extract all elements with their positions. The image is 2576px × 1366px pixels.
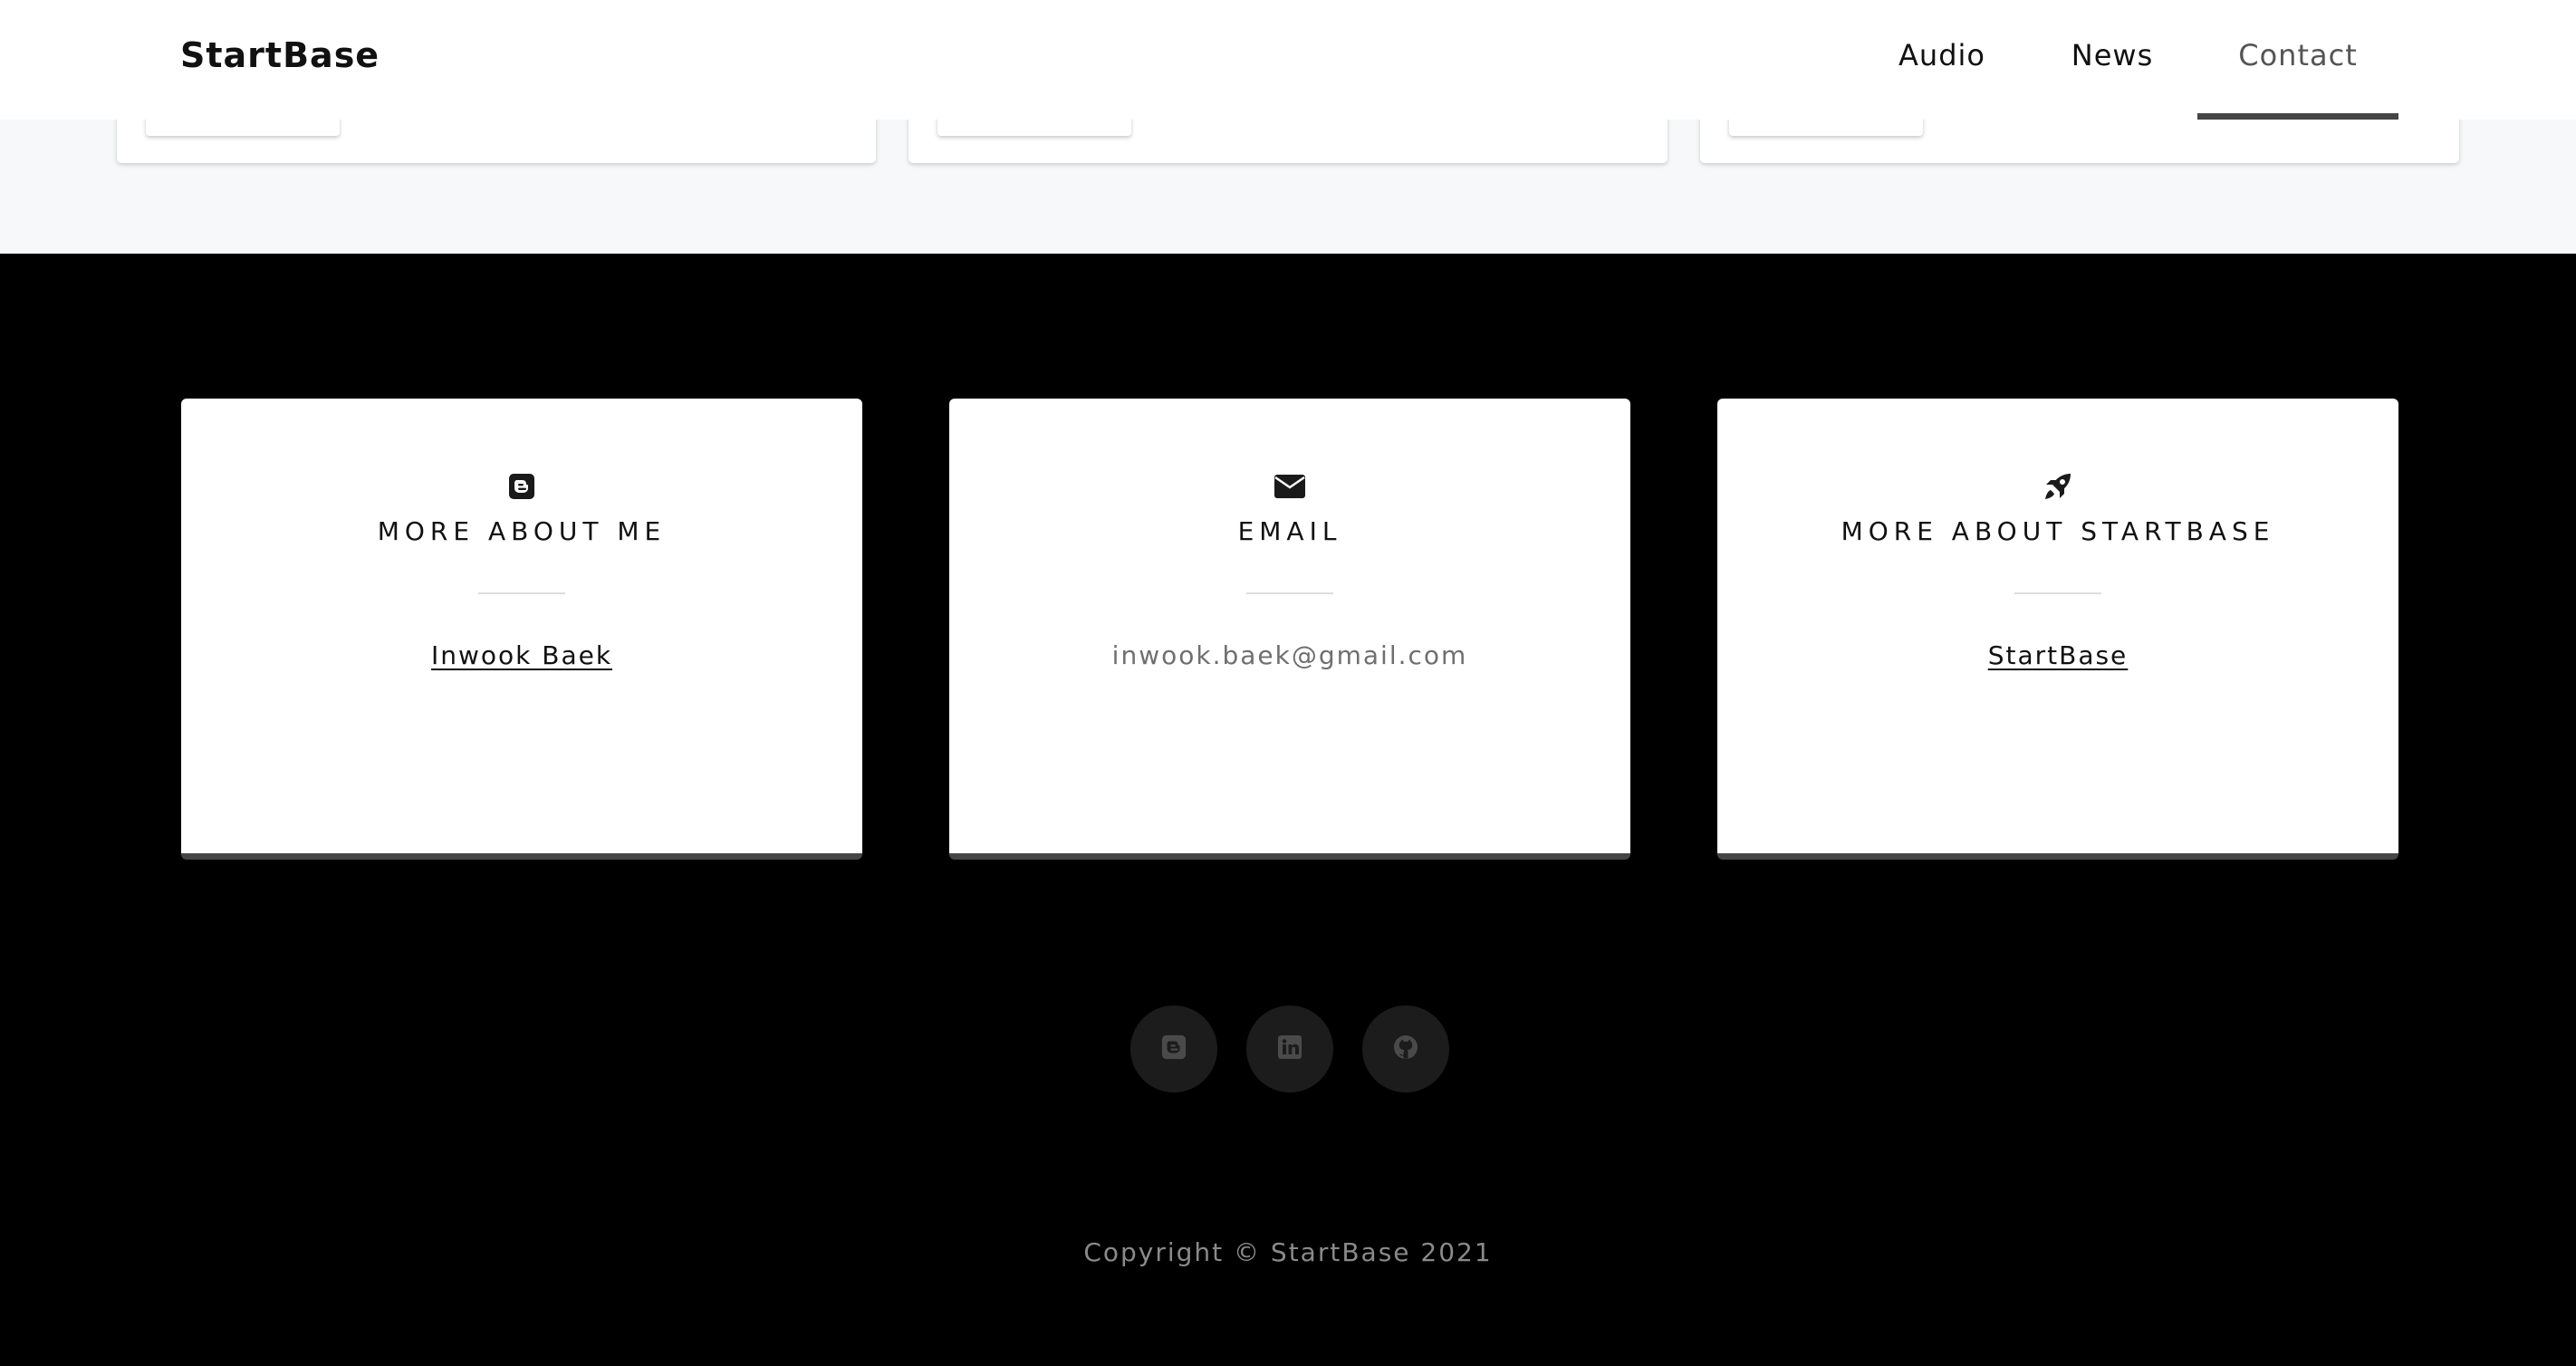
contact-card-startbase: MORE ABOUT STARTBASE StartBase — [1717, 399, 2398, 860]
nav-item-news[interactable]: News — [2049, 0, 2176, 111]
contact-card-about-me: MORE ABOUT ME Inwook Baek — [181, 399, 862, 860]
startbase-link[interactable]: StartBase — [1717, 640, 2398, 670]
github-icon — [1392, 1034, 1419, 1064]
social-github-button[interactable] — [1362, 1005, 1449, 1092]
card-title: MORE ABOUT ME — [377, 516, 667, 546]
divider — [1246, 592, 1333, 594]
nav-item-audio[interactable]: Audio — [1873, 0, 2011, 111]
social-linkedin-button[interactable] — [1246, 1005, 1333, 1092]
linkedin-icon — [1277, 1034, 1302, 1063]
card-title: MORE ABOUT STARTBASE — [1841, 516, 2275, 546]
navbar: StartBase Audio News Contact — [0, 0, 2576, 120]
copyright-text: Copyright © StartBase 2021 — [1083, 1237, 1493, 1267]
rocket-icon — [1717, 470, 2398, 503]
divider — [2014, 592, 2101, 594]
contact-card-email: EMAIL inwook.baek@gmail.com — [949, 399, 1630, 860]
active-nav-indicator — [2197, 113, 2398, 120]
envelope-icon — [949, 470, 1630, 503]
page: StartBase Audio News Contact MORE ABOUT … — [0, 0, 2576, 1366]
brand-logo-link[interactable]: StartBase — [180, 0, 380, 111]
card-title: EMAIL — [1237, 516, 1342, 546]
about-me-link[interactable]: Inwook Baek — [181, 640, 862, 670]
divider — [478, 592, 565, 594]
social-blogger-button[interactable] — [1130, 1005, 1217, 1092]
blogger-icon — [181, 470, 862, 503]
blogger-icon — [1161, 1034, 1187, 1063]
email-address: inwook.baek@gmail.com — [1111, 640, 1468, 670]
nav-item-contact[interactable]: Contact — [2197, 0, 2398, 111]
